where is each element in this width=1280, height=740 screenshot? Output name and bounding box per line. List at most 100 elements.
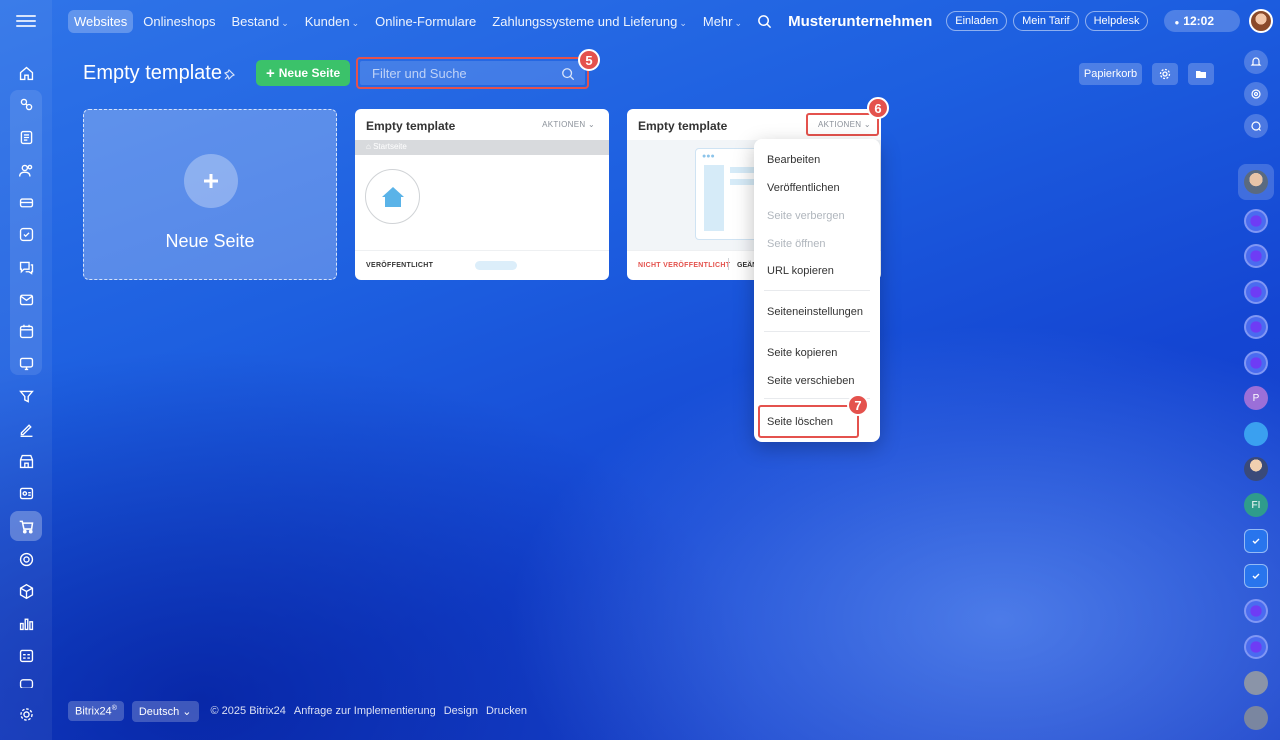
copilot-icon[interactable]: [1244, 82, 1268, 106]
nav-mehr[interactable]: Mehr ⌄: [697, 10, 748, 33]
nav-kunden[interactable]: Kunden ⌄: [299, 10, 365, 33]
channel-icon[interactable]: [1244, 244, 1268, 268]
chat-bubble-icon[interactable]: [1244, 422, 1268, 446]
user-avatar[interactable]: [1249, 9, 1273, 33]
analytics-icon[interactable]: [10, 609, 42, 637]
preview-home-label: ⌂ Startseite: [366, 142, 407, 151]
footer-divider: [728, 258, 729, 270]
storage-icon[interactable]: [10, 188, 42, 216]
group-avatar[interactable]: [1244, 706, 1268, 730]
clock-widget[interactable]: ● 12:02: [1164, 10, 1240, 32]
nav-zahlungssysteme[interactable]: Zahlungssysteme und Lieferung ⌄: [486, 10, 693, 33]
menu-item-copy-url[interactable]: URL kopieren: [767, 265, 834, 277]
contact-avatar[interactable]: [1244, 457, 1268, 481]
footer-link-design[interactable]: Design: [444, 705, 478, 717]
filter-search-input[interactable]: [360, 61, 585, 85]
contacts-icon[interactable]: [10, 156, 42, 184]
footer: Bitrix24® Deutsch ⌄ © 2025 Bitrix24 Anfr…: [68, 700, 527, 722]
step-badge-7: 7: [847, 394, 869, 416]
global-search-icon[interactable]: [757, 14, 772, 29]
settings-icon[interactable]: [1152, 63, 1178, 85]
helpdesk-button[interactable]: Helpdesk: [1084, 11, 1149, 31]
chevron-down-icon: ⌄: [734, 17, 743, 28]
pin-icon[interactable]: [224, 68, 236, 80]
invite-button[interactable]: Einladen: [946, 11, 1008, 31]
new-page-button[interactable]: + Neue Seite: [256, 60, 351, 86]
document-icon[interactable]: [10, 123, 42, 151]
chat-icon[interactable]: [10, 253, 42, 281]
menu-item-publish[interactable]: Veröffentlichen: [767, 182, 840, 194]
group-avatar[interactable]: [1244, 671, 1268, 695]
nav-onlineshops[interactable]: Onlineshops: [137, 10, 221, 33]
store-icon[interactable]: [10, 447, 42, 475]
channel-icon[interactable]: [1244, 635, 1268, 659]
checkbox-chat-icon[interactable]: [1244, 564, 1268, 588]
automation-icon[interactable]: [10, 90, 42, 118]
checkbox-chat-icon[interactable]: [1244, 529, 1268, 553]
tasks-icon[interactable]: [10, 220, 42, 248]
id-card-icon[interactable]: [10, 479, 42, 507]
contact-avatar-fi[interactable]: FI: [1244, 493, 1268, 517]
menu-item-page-settings[interactable]: Seiteneinstellungen: [767, 306, 863, 318]
channel-icon[interactable]: [1244, 209, 1268, 233]
bitrix24-button[interactable]: Bitrix24®: [68, 700, 124, 722]
home-icon[interactable]: [10, 59, 42, 87]
new-page-card[interactable]: Neue Seite: [83, 109, 337, 280]
nav-bestand[interactable]: Bestand ⌄: [226, 10, 295, 33]
nav-websites[interactable]: Websites: [68, 9, 134, 33]
menu-item-copy-page[interactable]: Seite kopieren: [767, 347, 837, 359]
bell-icon[interactable]: [1244, 50, 1268, 74]
nav-bestand-label: Bestand: [231, 13, 280, 29]
channel-icon[interactable]: [1244, 315, 1268, 339]
home-preview-icon: [365, 169, 420, 224]
cube-icon[interactable]: [10, 577, 42, 605]
menu-item-hide-page: Seite verbergen: [767, 210, 845, 222]
nav-online-formulare[interactable]: Online-Formulare: [369, 10, 482, 33]
page-card[interactable]: Empty template AKTIONEN ⌄ ⌂ Startseite V…: [355, 109, 609, 280]
funnel-icon[interactable]: [10, 382, 42, 410]
tariff-button[interactable]: Mein Tarif: [1013, 11, 1079, 31]
new-page-card-label: Neue Seite: [165, 231, 255, 251]
delete-highlight: [758, 405, 859, 438]
trash-button[interactable]: Papierkorb: [1079, 63, 1142, 85]
more-tools-icon[interactable]: [10, 674, 42, 688]
mail-icon[interactable]: [10, 285, 42, 313]
menu-item-open-page: Seite öffnen: [767, 238, 826, 250]
preview-header: ⌂ Startseite: [355, 140, 609, 155]
right-sidebar: P FI: [1232, 44, 1280, 740]
status-published: VERÖFFENTLICHT: [366, 262, 434, 269]
card-actions-label: AKTIONEN: [542, 120, 586, 129]
folder-icon[interactable]: [1188, 63, 1214, 85]
signature-icon[interactable]: [10, 415, 42, 443]
language-selector[interactable]: Deutsch ⌄: [131, 700, 199, 722]
footer-link-print[interactable]: Drucken: [486, 705, 527, 717]
contact-avatar[interactable]: [1244, 170, 1268, 194]
card-title: Empty template: [638, 119, 728, 133]
step-badge-6: 6: [867, 97, 889, 119]
channel-icon[interactable]: [1244, 599, 1268, 623]
card-title: Empty template: [366, 119, 456, 133]
target-icon[interactable]: [10, 545, 42, 573]
plus-icon: +: [266, 64, 275, 82]
footer-link-implementation[interactable]: Anfrage zur Implementierung: [294, 705, 436, 717]
company-name[interactable]: Musterunternehmen: [788, 13, 932, 30]
menu-item-move-page[interactable]: Seite verschieben: [767, 375, 854, 387]
card-actions-button[interactable]: AKTIONEN ⌄: [818, 120, 871, 129]
menu-icon[interactable]: [16, 12, 36, 32]
menu-item-edit[interactable]: Bearbeiten: [767, 154, 820, 166]
nav-online-formulare-label: Online-Formulare: [375, 13, 477, 29]
search-chat-icon[interactable]: [1244, 114, 1268, 138]
monitor-icon[interactable]: [10, 349, 42, 377]
chevron-down-icon: ⌄: [182, 705, 192, 718]
preview-placeholder-bar: [475, 261, 517, 270]
search-icon[interactable]: [561, 67, 575, 81]
shop-cart-icon[interactable]: [10, 511, 42, 541]
contact-avatar-p[interactable]: P: [1244, 386, 1268, 410]
calendar-icon[interactable]: [10, 317, 42, 345]
settings-gear-icon[interactable]: [10, 700, 42, 728]
card-actions-button[interactable]: AKTIONEN ⌄: [542, 120, 595, 129]
schedule-icon[interactable]: [10, 641, 42, 669]
channel-icon[interactable]: [1244, 351, 1268, 375]
channel-icon[interactable]: [1244, 280, 1268, 304]
card-footer: VERÖFFENTLICHT: [355, 250, 609, 280]
